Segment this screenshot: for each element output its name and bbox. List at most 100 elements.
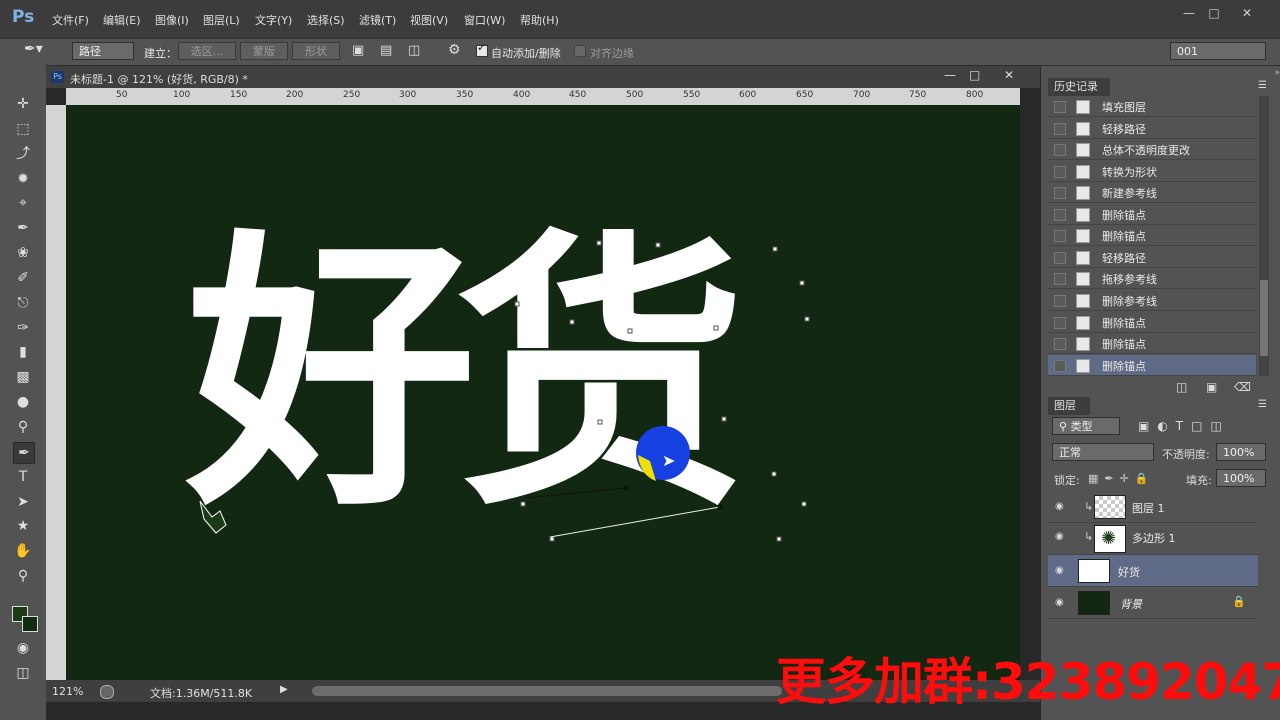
- layers-panel-menu-icon[interactable]: ☰: [1258, 399, 1267, 410]
- history-panel-tab[interactable]: 历史记录: [1048, 78, 1110, 96]
- menu-layer[interactable]: 图层(L): [203, 12, 240, 28]
- shape-tool-icon[interactable]: ★: [13, 516, 33, 536]
- pen-tool-preset-icon[interactable]: ✒▾: [24, 41, 48, 61]
- blend-mode-select[interactable]: 正常: [1052, 443, 1154, 461]
- background-color-swatch[interactable]: [22, 616, 38, 632]
- history-item[interactable]: 转换为形状: [1048, 161, 1256, 182]
- status-info-icon[interactable]: [100, 685, 114, 699]
- menu-help[interactable]: 帮助(H): [520, 12, 559, 28]
- close-icon[interactable]: ✕: [1236, 6, 1258, 22]
- history-item[interactable]: 拖移参考线: [1048, 268, 1256, 289]
- fill-input[interactable]: 100%: [1216, 469, 1266, 487]
- align-edges-checkbox[interactable]: [574, 45, 586, 57]
- hand-tool-icon[interactable]: ✋: [13, 541, 33, 561]
- type-tool-icon[interactable]: T: [13, 467, 33, 487]
- eyedropper-tool-icon[interactable]: ✒: [13, 218, 33, 238]
- history-item[interactable]: 轻移路径: [1048, 247, 1256, 268]
- eraser-tool-icon[interactable]: ▮: [13, 342, 33, 362]
- layer-row-active[interactable]: ◉ 好货: [1048, 555, 1258, 587]
- history-state-icon: [1076, 337, 1090, 351]
- selection-button[interactable]: 选区...: [178, 42, 236, 60]
- pen-tool-icon[interactable]: ✒: [13, 442, 35, 464]
- marquee-tool-icon[interactable]: ⬚: [13, 119, 33, 139]
- mode-select[interactable]: 路径: [72, 42, 134, 60]
- horizontal-ruler[interactable]: 50 100 150 200 250 300 350 400 450 500 5…: [66, 88, 1020, 106]
- gear-icon[interactable]: ⚙: [448, 42, 461, 58]
- ruler-tick-label: 700: [853, 90, 871, 100]
- opacity-input[interactable]: 100%: [1216, 443, 1266, 461]
- history-brush-tool-icon[interactable]: ✑: [13, 318, 33, 338]
- new-document-from-state-icon[interactable]: ◫: [1176, 380, 1187, 394]
- crop-tool-icon[interactable]: ⌖: [13, 193, 33, 213]
- quick-select-tool-icon[interactable]: ✹: [13, 169, 33, 189]
- history-item[interactable]: 新建参考线: [1048, 182, 1256, 203]
- minimize-icon[interactable]: —: [1178, 6, 1200, 22]
- path-operations-icon[interactable]: ▣: [352, 43, 364, 58]
- dodge-tool-icon[interactable]: ⚲: [13, 417, 33, 437]
- healing-brush-tool-icon[interactable]: ❀: [13, 243, 33, 263]
- menu-file[interactable]: 文件(F): [52, 12, 89, 28]
- restore-icon[interactable]: □: [1203, 6, 1225, 22]
- zoom-tool-icon[interactable]: ⚲: [13, 566, 33, 586]
- quick-mask-icon[interactable]: ◉: [13, 638, 33, 658]
- eye-icon[interactable]: ◉: [1055, 531, 1064, 542]
- history-item[interactable]: 总体不透明度更改: [1048, 139, 1256, 160]
- screen-mode-icon[interactable]: ◫: [13, 663, 33, 683]
- eye-icon[interactable]: ◉: [1055, 501, 1064, 512]
- eye-icon[interactable]: ◉: [1055, 565, 1064, 576]
- trash-icon[interactable]: ⌫: [1234, 380, 1251, 394]
- ruler-tick-label: 250: [343, 90, 361, 100]
- menu-view[interactable]: 视图(V): [410, 12, 448, 28]
- layer-row[interactable]: ◉ 背景 🔒: [1048, 587, 1258, 619]
- path-alignment-icon[interactable]: ▤: [380, 43, 392, 58]
- layer-row[interactable]: ◉ ↳ 图层 1: [1048, 491, 1258, 523]
- history-item[interactable]: 轻移路径: [1048, 118, 1256, 139]
- menu-edit[interactable]: 编辑(E): [103, 12, 141, 28]
- document-title[interactable]: 未标题-1 @ 121% (好货, RGB/8) *: [70, 71, 248, 87]
- menu-type[interactable]: 文字(Y): [255, 12, 292, 28]
- ruler-tick-label: 550: [683, 90, 701, 100]
- menu-image[interactable]: 图像(I): [155, 12, 189, 28]
- layer-row[interactable]: ◉ ↳ ✺ 多边形 1: [1048, 521, 1258, 555]
- brush-tool-icon[interactable]: ✐: [13, 268, 33, 288]
- doc-restore-icon[interactable]: □: [969, 68, 980, 82]
- move-tool-icon[interactable]: ✛: [13, 94, 33, 114]
- history-panel-menu-icon[interactable]: ☰: [1258, 80, 1267, 91]
- vertical-ruler[interactable]: [46, 105, 67, 680]
- lasso-tool-icon[interactable]: ⤴: [13, 144, 33, 164]
- eye-icon[interactable]: ◉: [1055, 597, 1064, 608]
- history-item[interactable]: 删除锚点: [1048, 333, 1256, 354]
- history-item-current[interactable]: 删除锚点: [1048, 355, 1256, 376]
- layer-filter-select[interactable]: ⚲ 类型: [1052, 417, 1120, 435]
- history-item[interactable]: 删除锚点: [1048, 225, 1256, 246]
- history-item[interactable]: 删除参考线: [1048, 290, 1256, 311]
- gradient-tool-icon[interactable]: ▩: [13, 367, 33, 387]
- layer-filter-icons[interactable]: ▣◐T□◫: [1138, 419, 1230, 433]
- lock-options-icons[interactable]: ▦✒✛🔒: [1088, 472, 1155, 485]
- path-select-tool-icon[interactable]: ➤: [13, 492, 33, 512]
- history-item[interactable]: 填充图层: [1048, 96, 1256, 117]
- shape-button[interactable]: 形状: [292, 42, 340, 60]
- menu-select[interactable]: 选择(S): [307, 12, 345, 28]
- watermark-text: 更多加群:323892047: [776, 653, 1280, 711]
- path-arrangement-icon[interactable]: ◫: [408, 43, 420, 58]
- blur-tool-icon[interactable]: ●: [13, 392, 33, 412]
- history-item[interactable]: 删除锚点: [1048, 312, 1256, 333]
- menu-window[interactable]: 窗口(W): [464, 12, 505, 28]
- layers-panel-tab[interactable]: 图层: [1048, 397, 1090, 415]
- history-item[interactable]: 删除锚点: [1048, 204, 1256, 225]
- status-menu-arrow-icon[interactable]: ▶: [280, 684, 288, 695]
- workspace-preset-select[interactable]: 001: [1170, 42, 1266, 60]
- document-canvas[interactable]: 好货 ➤: [66, 105, 1020, 680]
- stamp-tool-icon[interactable]: ⎋: [13, 293, 33, 313]
- menu-filter[interactable]: 滤镜(T): [359, 12, 396, 28]
- doc-close-icon[interactable]: ✕: [1004, 68, 1014, 82]
- snapshot-camera-icon[interactable]: ▣: [1206, 380, 1217, 394]
- fill-label: 填充:: [1186, 474, 1212, 487]
- doc-minimize-icon[interactable]: —: [944, 68, 956, 82]
- mask-button[interactable]: 蒙版: [240, 42, 288, 60]
- zoom-level[interactable]: 121%: [52, 685, 83, 698]
- history-scroll-thumb[interactable]: [1260, 280, 1268, 356]
- panel-collapse-icon[interactable]: »: [1040, 68, 1280, 78]
- horizontal-scrollbar[interactable]: [312, 686, 782, 696]
